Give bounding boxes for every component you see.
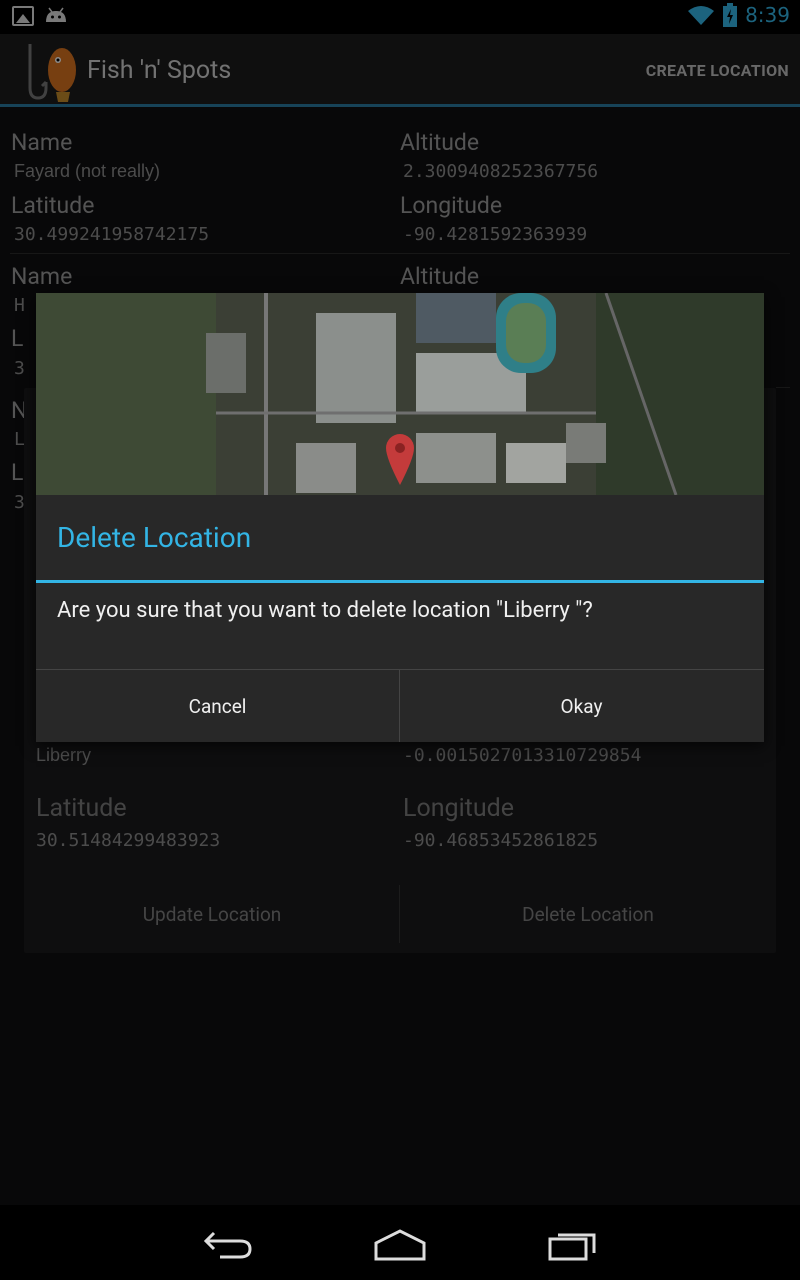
back-icon[interactable] <box>200 1223 260 1263</box>
dialog-button-row: Cancel Okay <box>36 669 764 742</box>
recent-apps-icon[interactable] <box>542 1223 602 1263</box>
dialog-message: Are you sure that you want to delete loc… <box>57 598 593 623</box>
delete-location-dialog: Delete Location Are you sure that you wa… <box>36 293 764 742</box>
okay-button[interactable]: Okay <box>400 670 763 742</box>
dialog-title: Delete Location <box>57 521 252 554</box>
dialog-title-divider <box>36 580 764 583</box>
cancel-button[interactable]: Cancel <box>36 670 399 742</box>
home-icon[interactable] <box>370 1223 430 1263</box>
navigation-bar <box>0 1205 800 1280</box>
satellite-map[interactable] <box>36 293 764 495</box>
